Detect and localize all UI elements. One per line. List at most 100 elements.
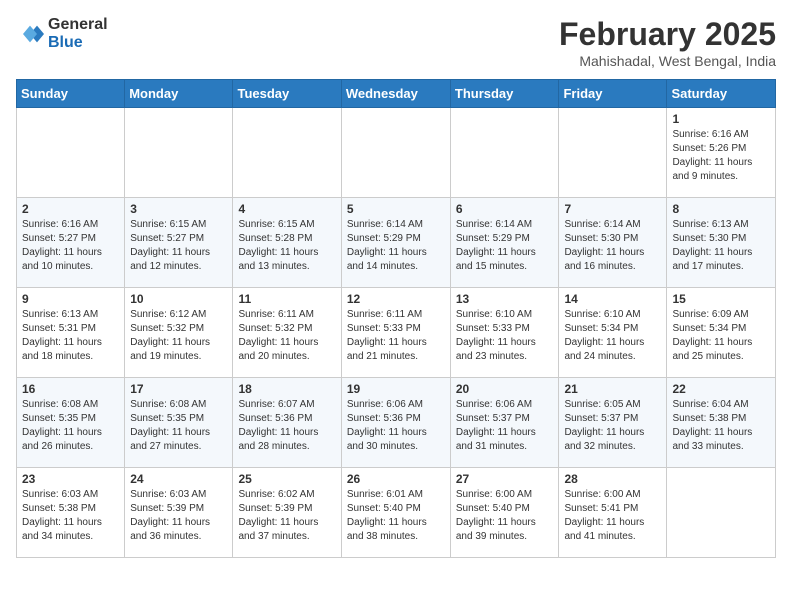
logo-text: General Blue xyxy=(48,16,108,51)
day-info: Sunrise: 6:15 AM Sunset: 5:27 PM Dayligh… xyxy=(130,218,227,274)
calendar-title: February 2025 xyxy=(559,16,776,53)
day-info: Sunrise: 6:11 AM Sunset: 5:32 PM Dayligh… xyxy=(238,308,335,364)
calendar-cell: 7 Sunrise: 6:14 AM Sunset: 5:30 PM Daylig… xyxy=(559,198,667,288)
day-info: Sunrise: 6:11 AM Sunset: 5:33 PM Dayligh… xyxy=(347,308,445,364)
weekday-header-tuesday: Tuesday xyxy=(233,80,341,108)
calendar-cell xyxy=(559,108,667,198)
calendar-cell: 17 Sunrise: 6:08 AM Sunset: 5:35 PM Dayli… xyxy=(125,378,233,468)
calendar-cell: 23 Sunrise: 6:03 AM Sunset: 5:38 PM Dayli… xyxy=(17,468,125,558)
calendar-cell: 21 Sunrise: 6:05 AM Sunset: 5:37 PM Dayli… xyxy=(559,378,667,468)
logo-general-text: General xyxy=(48,16,108,34)
calendar-cell: 25Sunrise: 6:02 AM Sunset: 5:39 PM Dayli… xyxy=(233,468,341,558)
weekday-header-saturday: Saturday xyxy=(667,80,776,108)
calendar-cell: 20 Sunrise: 6:06 AM Sunset: 5:37 PM Dayli… xyxy=(450,378,559,468)
calendar-week-row-0: 1Sunrise: 6:16 AM Sunset: 5:26 PM Daylig… xyxy=(17,108,776,198)
day-number: 13 xyxy=(456,292,554,306)
day-info: Sunrise: 6:03 AM Sunset: 5:38 PM Dayligh… xyxy=(22,488,119,544)
calendar-cell: 15Sunrise: 6:09 AM Sunset: 5:34 PM Dayli… xyxy=(667,288,776,378)
day-info: Sunrise: 6:03 AM Sunset: 5:39 PM Dayligh… xyxy=(130,488,227,544)
calendar-week-row-2: 9 Sunrise: 6:13 AM Sunset: 5:31 PM Daylig… xyxy=(17,288,776,378)
day-info: Sunrise: 6:16 AM Sunset: 5:27 PM Dayligh… xyxy=(22,218,119,274)
calendar-cell xyxy=(450,108,559,198)
calendar-cell: 4Sunrise: 6:15 AM Sunset: 5:28 PM Daylig… xyxy=(233,198,341,288)
day-number: 8 xyxy=(672,202,770,216)
day-number: 15 xyxy=(672,292,770,306)
day-number: 6 xyxy=(456,202,554,216)
day-info: Sunrise: 6:04 AM Sunset: 5:38 PM Dayligh… xyxy=(672,398,770,454)
day-number: 21 xyxy=(564,382,661,396)
day-info: Sunrise: 6:07 AM Sunset: 5:36 PM Dayligh… xyxy=(238,398,335,454)
calendar-subtitle: Mahishadal, West Bengal, India xyxy=(559,53,776,69)
calendar-cell: 12 Sunrise: 6:11 AM Sunset: 5:33 PM Dayli… xyxy=(341,288,450,378)
day-number: 12 xyxy=(347,292,445,306)
day-number: 11 xyxy=(238,292,335,306)
title-block: February 2025 Mahishadal, West Bengal, I… xyxy=(559,16,776,69)
day-info: Sunrise: 6:14 AM Sunset: 5:30 PM Dayligh… xyxy=(564,218,661,274)
calendar-week-row-1: 2Sunrise: 6:16 AM Sunset: 5:27 PM Daylig… xyxy=(17,198,776,288)
day-number: 25 xyxy=(238,472,335,486)
day-info: Sunrise: 6:06 AM Sunset: 5:37 PM Dayligh… xyxy=(456,398,554,454)
calendar-cell: 24 Sunrise: 6:03 AM Sunset: 5:39 PM Dayli… xyxy=(125,468,233,558)
calendar-week-row-3: 16 Sunrise: 6:08 AM Sunset: 5:35 PM Dayli… xyxy=(17,378,776,468)
day-number: 3 xyxy=(130,202,227,216)
day-info: Sunrise: 6:01 AM Sunset: 5:40 PM Dayligh… xyxy=(347,488,445,544)
calendar-cell: 11 Sunrise: 6:11 AM Sunset: 5:32 PM Dayli… xyxy=(233,288,341,378)
day-info: Sunrise: 6:13 AM Sunset: 5:31 PM Dayligh… xyxy=(22,308,119,364)
calendar-cell xyxy=(17,108,125,198)
day-info: Sunrise: 6:00 AM Sunset: 5:40 PM Dayligh… xyxy=(456,488,554,544)
calendar-cell: 18 Sunrise: 6:07 AM Sunset: 5:36 PM Dayli… xyxy=(233,378,341,468)
weekday-header-sunday: Sunday xyxy=(17,80,125,108)
day-number: 24 xyxy=(130,472,227,486)
day-number: 16 xyxy=(22,382,119,396)
calendar-cell: 8 Sunrise: 6:13 AM Sunset: 5:30 PM Daylig… xyxy=(667,198,776,288)
day-info: Sunrise: 6:14 AM Sunset: 5:29 PM Dayligh… xyxy=(347,218,445,274)
calendar-cell: 2Sunrise: 6:16 AM Sunset: 5:27 PM Daylig… xyxy=(17,198,125,288)
day-number: 10 xyxy=(130,292,227,306)
calendar-cell: 27Sunrise: 6:00 AM Sunset: 5:40 PM Dayli… xyxy=(450,468,559,558)
weekday-header-friday: Friday xyxy=(559,80,667,108)
calendar-cell: 5 Sunrise: 6:14 AM Sunset: 5:29 PM Daylig… xyxy=(341,198,450,288)
day-info: Sunrise: 6:08 AM Sunset: 5:35 PM Dayligh… xyxy=(22,398,119,454)
calendar-week-row-4: 23 Sunrise: 6:03 AM Sunset: 5:38 PM Dayli… xyxy=(17,468,776,558)
day-number: 17 xyxy=(130,382,227,396)
calendar-cell xyxy=(341,108,450,198)
day-number: 23 xyxy=(22,472,119,486)
day-info: Sunrise: 6:10 AM Sunset: 5:33 PM Dayligh… xyxy=(456,308,554,364)
day-number: 28 xyxy=(564,472,661,486)
weekday-header-row: SundayMondayTuesdayWednesdayThursdayFrid… xyxy=(17,80,776,108)
day-info: Sunrise: 6:12 AM Sunset: 5:32 PM Dayligh… xyxy=(130,308,227,364)
calendar-cell: 26Sunrise: 6:01 AM Sunset: 5:40 PM Dayli… xyxy=(341,468,450,558)
weekday-header-thursday: Thursday xyxy=(450,80,559,108)
calendar-cell: 16 Sunrise: 6:08 AM Sunset: 5:35 PM Dayli… xyxy=(17,378,125,468)
calendar-cell xyxy=(233,108,341,198)
day-number: 18 xyxy=(238,382,335,396)
calendar-cell xyxy=(667,468,776,558)
day-number: 20 xyxy=(456,382,554,396)
day-info: Sunrise: 6:05 AM Sunset: 5:37 PM Dayligh… xyxy=(564,398,661,454)
day-info: Sunrise: 6:00 AM Sunset: 5:41 PM Dayligh… xyxy=(564,488,661,544)
calendar-cell: 13 Sunrise: 6:10 AM Sunset: 5:33 PM Dayli… xyxy=(450,288,559,378)
day-info: Sunrise: 6:08 AM Sunset: 5:35 PM Dayligh… xyxy=(130,398,227,454)
day-number: 9 xyxy=(22,292,119,306)
logo-icon xyxy=(16,20,44,48)
weekday-header-wednesday: Wednesday xyxy=(341,80,450,108)
day-number: 5 xyxy=(347,202,445,216)
day-number: 22 xyxy=(672,382,770,396)
calendar-cell: 9 Sunrise: 6:13 AM Sunset: 5:31 PM Daylig… xyxy=(17,288,125,378)
weekday-header-monday: Monday xyxy=(125,80,233,108)
day-number: 1 xyxy=(672,112,770,126)
day-info: Sunrise: 6:10 AM Sunset: 5:34 PM Dayligh… xyxy=(564,308,661,364)
day-info: Sunrise: 6:14 AM Sunset: 5:29 PM Dayligh… xyxy=(456,218,554,274)
logo-blue-text: Blue xyxy=(48,34,108,52)
day-info: Sunrise: 6:15 AM Sunset: 5:28 PM Dayligh… xyxy=(238,218,335,274)
day-info: Sunrise: 6:06 AM Sunset: 5:36 PM Dayligh… xyxy=(347,398,445,454)
calendar-cell: 1Sunrise: 6:16 AM Sunset: 5:26 PM Daylig… xyxy=(667,108,776,198)
day-info: Sunrise: 6:13 AM Sunset: 5:30 PM Dayligh… xyxy=(672,218,770,274)
day-number: 7 xyxy=(564,202,661,216)
calendar-cell: 22 Sunrise: 6:04 AM Sunset: 5:38 PM Dayli… xyxy=(667,378,776,468)
day-number: 14 xyxy=(564,292,661,306)
calendar-cell: 19Sunrise: 6:06 AM Sunset: 5:36 PM Dayli… xyxy=(341,378,450,468)
calendar-cell: 28 Sunrise: 6:00 AM Sunset: 5:41 PM Dayli… xyxy=(559,468,667,558)
calendar-cell: 6 Sunrise: 6:14 AM Sunset: 5:29 PM Daylig… xyxy=(450,198,559,288)
calendar-cell: 10 Sunrise: 6:12 AM Sunset: 5:32 PM Dayli… xyxy=(125,288,233,378)
